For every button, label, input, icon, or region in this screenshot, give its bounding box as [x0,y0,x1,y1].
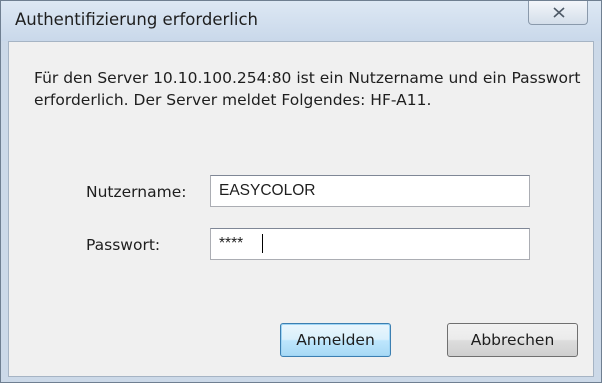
password-label: Passwort: [86,236,161,254]
login-button[interactable]: Anmelden [280,323,391,357]
username-input[interactable] [210,175,530,207]
dialog-body: Für den Server 10.10.100.254:80 ist ein … [8,41,594,377]
close-icon [553,7,565,18]
cancel-button[interactable]: Abbrechen [447,323,578,357]
title-bar: Authentifizierung erforderlich [1,1,601,41]
dialog-title: Authentifizierung erforderlich [15,10,258,29]
close-button[interactable] [528,1,588,25]
password-input[interactable] [210,228,530,260]
text-caret [262,234,263,253]
auth-dialog-window: Authentifizierung erforderlich Für den S… [0,0,602,383]
username-label: Nutzername: [86,183,187,201]
auth-message: Für den Server 10.10.100.254:80 ist ein … [34,69,581,109]
